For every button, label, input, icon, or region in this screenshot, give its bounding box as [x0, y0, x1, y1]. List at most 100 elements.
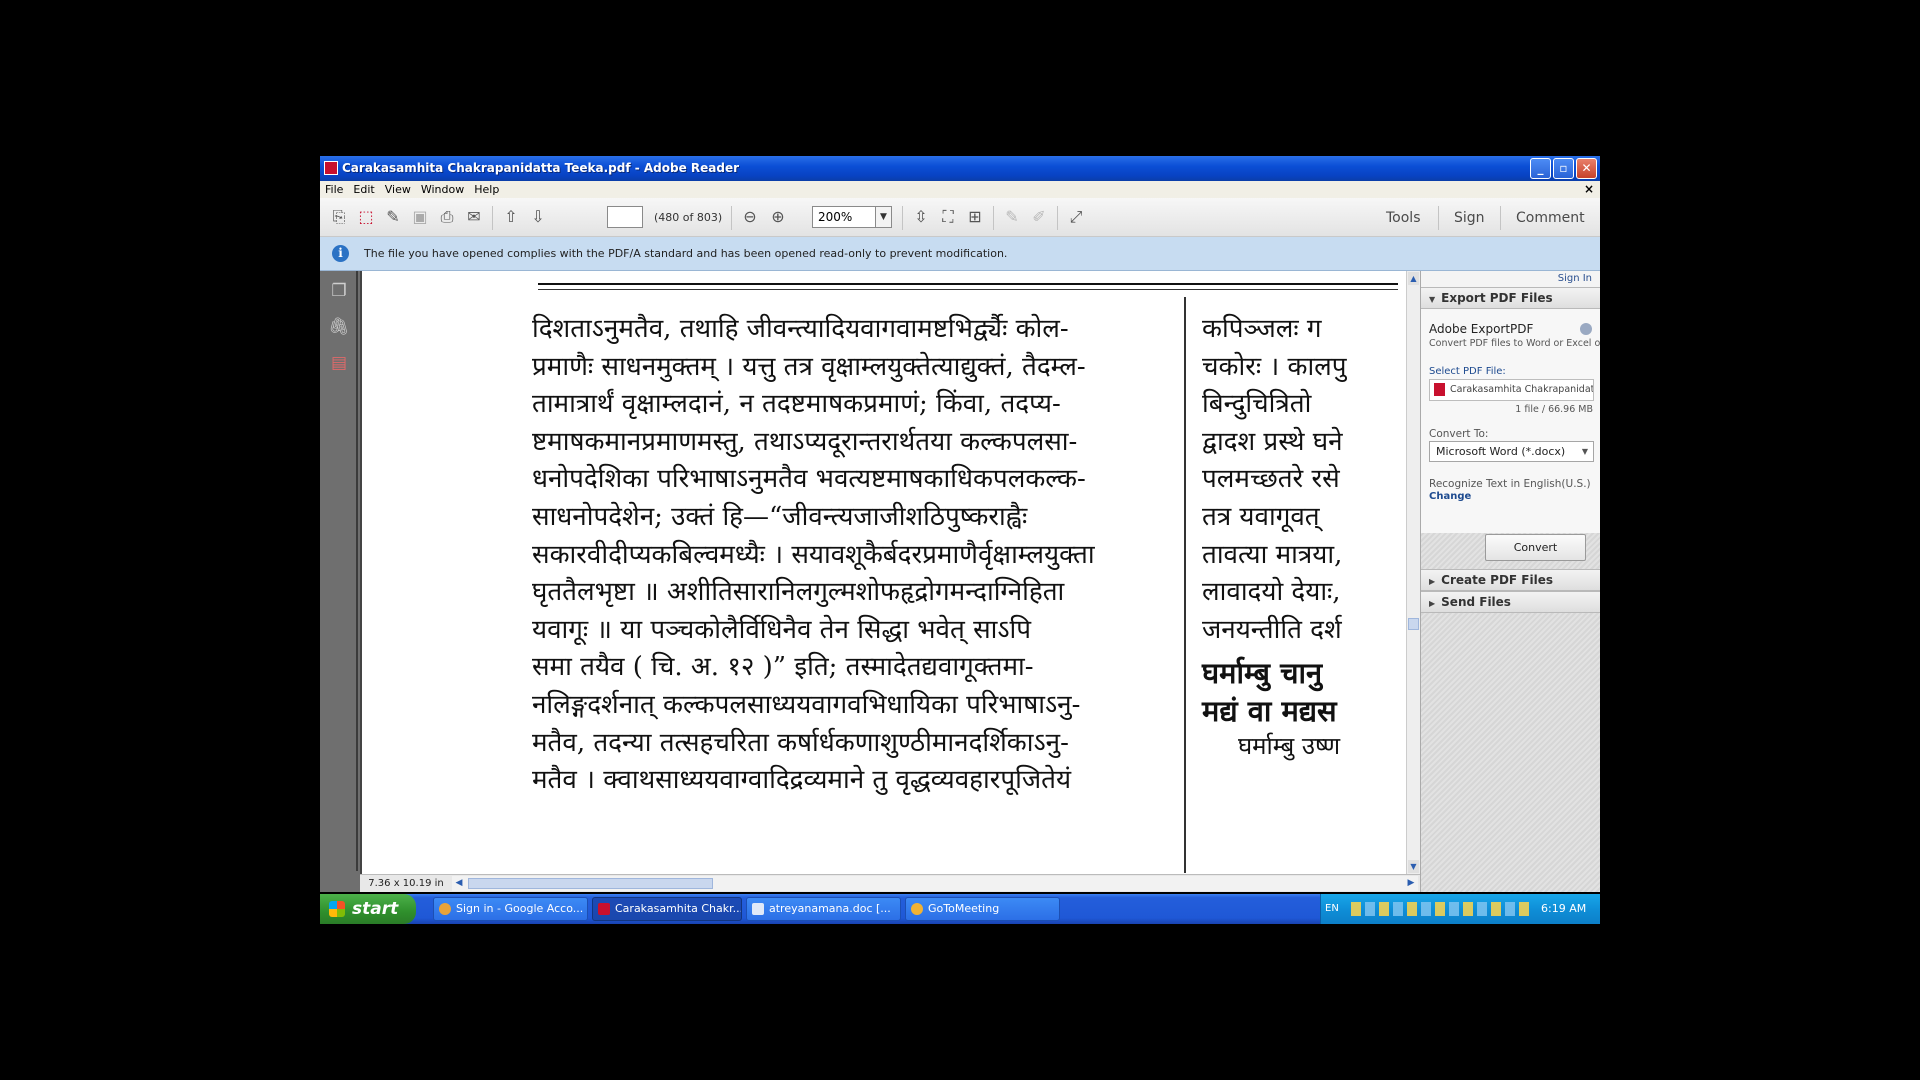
text-line: पलमच्छतरे रसे: [1202, 464, 1340, 495]
print-icon[interactable]: ⎙: [436, 207, 458, 227]
page-size-indicator: 7.36 x 10.19 in: [362, 875, 450, 892]
clock[interactable]: 6:19 AM: [1541, 902, 1586, 915]
chevron-down-icon[interactable]: ▼: [876, 206, 892, 228]
signatures-icon[interactable]: ▤: [328, 353, 350, 377]
text-line: घर्माम्बु उष्ण: [1238, 731, 1341, 760]
info-icon: i: [332, 245, 349, 262]
text-line: प्रमाणैः साधनमुक्तम् । यत्तु तत्र वृक्षा…: [532, 351, 1086, 382]
next-page-icon[interactable]: ⇩: [527, 207, 549, 227]
window-title-bar[interactable]: Carakasamhita Chakrapanidatta Teeka.pdf …: [320, 156, 1600, 181]
page-layout-icon[interactable]: ⊞: [964, 207, 986, 227]
convert-button[interactable]: Convert: [1485, 534, 1586, 561]
menu-edit[interactable]: Edit: [348, 181, 379, 196]
chevron-down-icon: ▼: [1581, 447, 1588, 456]
email-icon[interactable]: ✉: [463, 207, 485, 227]
vertical-scroll-thumb[interactable]: [1408, 618, 1419, 630]
taskbar-item-word[interactable]: atreyanamana.doc [...: [746, 897, 901, 921]
create-pdf-header[interactable]: ▶ Create PDF Files: [1421, 569, 1600, 591]
vertical-scrollbar[interactable]: ▲ ▼: [1406, 271, 1420, 874]
fit-width-icon[interactable]: ⇳: [910, 207, 932, 227]
send-files-label: Send Files: [1441, 595, 1511, 609]
chrome-icon: [439, 903, 451, 915]
text-line: बिन्दुचित्रितो: [1202, 389, 1312, 420]
zoom-level-input[interactable]: 200%: [812, 206, 876, 228]
document-view[interactable]: दिशताऽनुमतैव, तथाहि जीवन्त्यादियवागवामष्…: [360, 271, 1406, 874]
close-document-button[interactable]: ×: [1584, 182, 1594, 196]
save-icon[interactable]: ▣: [409, 207, 431, 227]
edit-icon[interactable]: ✎: [382, 207, 404, 227]
horizontal-scrollbar[interactable]: ◀ ▶: [452, 876, 1418, 891]
task-label: Sign in - Google Acco...: [456, 902, 584, 915]
text-line: लावादयो देयाः,: [1202, 577, 1341, 608]
text-line: मद्यं वा मद्यस: [1202, 693, 1337, 728]
tab-sign[interactable]: Sign: [1454, 210, 1485, 226]
change-language-link[interactable]: Change: [1429, 491, 1471, 502]
close-window-button[interactable]: ✕: [1576, 158, 1597, 179]
text-line: ष्टमाषकमानप्रमाणमस्तु, तथाऽप्यदूरान्तरार…: [532, 426, 1078, 457]
minimize-button[interactable]: _: [1530, 158, 1551, 179]
scroll-right-icon[interactable]: ▶: [1405, 877, 1417, 890]
text-line: मतैव । क्वाथसाध्ययवाग्वादिद्रव्यमाने तु …: [532, 765, 1072, 796]
start-label: start: [352, 899, 399, 919]
attachments-icon[interactable]: 🖇: [328, 317, 350, 341]
tab-comment[interactable]: Comment: [1516, 210, 1585, 226]
document-status-bar: 7.36 x 10.19 in ◀ ▶: [360, 874, 1420, 892]
export-pdf-header[interactable]: ▼ Export PDF Files: [1421, 287, 1600, 309]
adobe-reader-icon: [598, 903, 610, 915]
scroll-up-icon[interactable]: ▲: [1408, 272, 1419, 285]
service-info-icon[interactable]: [1580, 323, 1592, 335]
comment-icon[interactable]: ✎: [1001, 207, 1023, 227]
text-column-right: कपिञ्जलः ग चकोरः । कालपु बिन्दुचित्रितो …: [1202, 309, 1406, 766]
sign-in-link[interactable]: Sign In: [1421, 271, 1600, 287]
system-tray: EN 6:19 AM: [1320, 894, 1600, 924]
pane-divider: [356, 271, 358, 871]
text-line: तावत्या मात्रया,: [1202, 539, 1343, 570]
menu-view[interactable]: View: [380, 181, 416, 196]
previous-page-icon[interactable]: ⇧: [500, 207, 522, 227]
start-button[interactable]: start: [320, 894, 416, 924]
word-document-icon: [752, 903, 764, 915]
fit-page-icon[interactable]: ⛶: [937, 207, 959, 227]
open-file-icon[interactable]: ⎘: [328, 207, 350, 227]
tray-icons[interactable]: [1351, 902, 1531, 916]
text-line: घर्माम्बु चानु: [1202, 656, 1323, 691]
create-pdf-label: Create PDF Files: [1441, 573, 1554, 587]
horizontal-scroll-thumb[interactable]: [468, 878, 713, 889]
zoom-out-icon[interactable]: ⊖: [739, 207, 761, 227]
toolbar-separator: [1500, 206, 1501, 230]
text-line: साधनोपदेशेन; उक्तं हि—“जीवन्त्यजाजीशठिपु…: [532, 501, 1028, 532]
scroll-left-icon[interactable]: ◀: [453, 877, 465, 890]
navigation-pane: ❐ 🖇 ▤: [320, 271, 360, 892]
page-number-input[interactable]: [607, 206, 643, 228]
page-thumbnails-icon[interactable]: ❐: [328, 281, 350, 305]
text-line: नलिङ्गदर्शनात् कल्कपलसाध्ययवागवभिधायिका …: [532, 689, 1081, 720]
menu-help[interactable]: Help: [469, 181, 504, 196]
zoom-in-icon[interactable]: ⊕: [767, 207, 789, 227]
format-select[interactable]: Microsoft Word (*.docx) ▼: [1429, 441, 1594, 462]
text-line: चकोरः । कालपु: [1202, 351, 1347, 382]
menu-file[interactable]: File: [320, 181, 348, 196]
desktop-screen: Carakasamhita Chakrapanidatta Teeka.pdf …: [320, 156, 1600, 924]
create-pdf-icon[interactable]: ⬚: [355, 207, 377, 227]
toolbar-separator: [492, 206, 493, 230]
highlight-icon[interactable]: ✐: [1028, 207, 1050, 227]
text-line: जनयन्तीति दर्श: [1202, 614, 1342, 645]
file-size-info: 1 file / 66.96 MB: [1515, 404, 1593, 415]
service-title: Adobe ExportPDF: [1429, 322, 1534, 336]
menu-window[interactable]: Window: [416, 181, 469, 196]
selected-file-field[interactable]: Carakasamhita Chakrapanidatta T...: [1429, 379, 1594, 401]
text-line: सकारवीदीप्यकबिल्वमध्यैः । सयावशूकैर्बदरप…: [532, 539, 1095, 570]
tab-tools[interactable]: Tools: [1386, 210, 1421, 226]
send-files-header[interactable]: ▶ Send Files: [1421, 591, 1600, 613]
full-screen-icon[interactable]: ⤢: [1065, 207, 1087, 227]
triangle-down-icon: ▼: [1429, 295, 1436, 304]
column-divider: [1184, 297, 1186, 873]
taskbar-item-gotomeeting[interactable]: GoToMeeting: [905, 897, 1060, 921]
taskbar-item-adobe-reader[interactable]: Carakasamhita Chakr...: [592, 897, 742, 921]
scroll-down-icon[interactable]: ▼: [1408, 860, 1419, 873]
taskbar-item-chrome[interactable]: Sign in - Google Acco...: [433, 897, 588, 921]
service-description: Convert PDF files to Word or Excel onlin…: [1429, 338, 1600, 349]
text-line: कपिञ्जलः ग: [1202, 314, 1322, 344]
language-indicator[interactable]: EN: [1325, 903, 1339, 914]
maximize-button[interactable]: ▫: [1553, 158, 1574, 179]
